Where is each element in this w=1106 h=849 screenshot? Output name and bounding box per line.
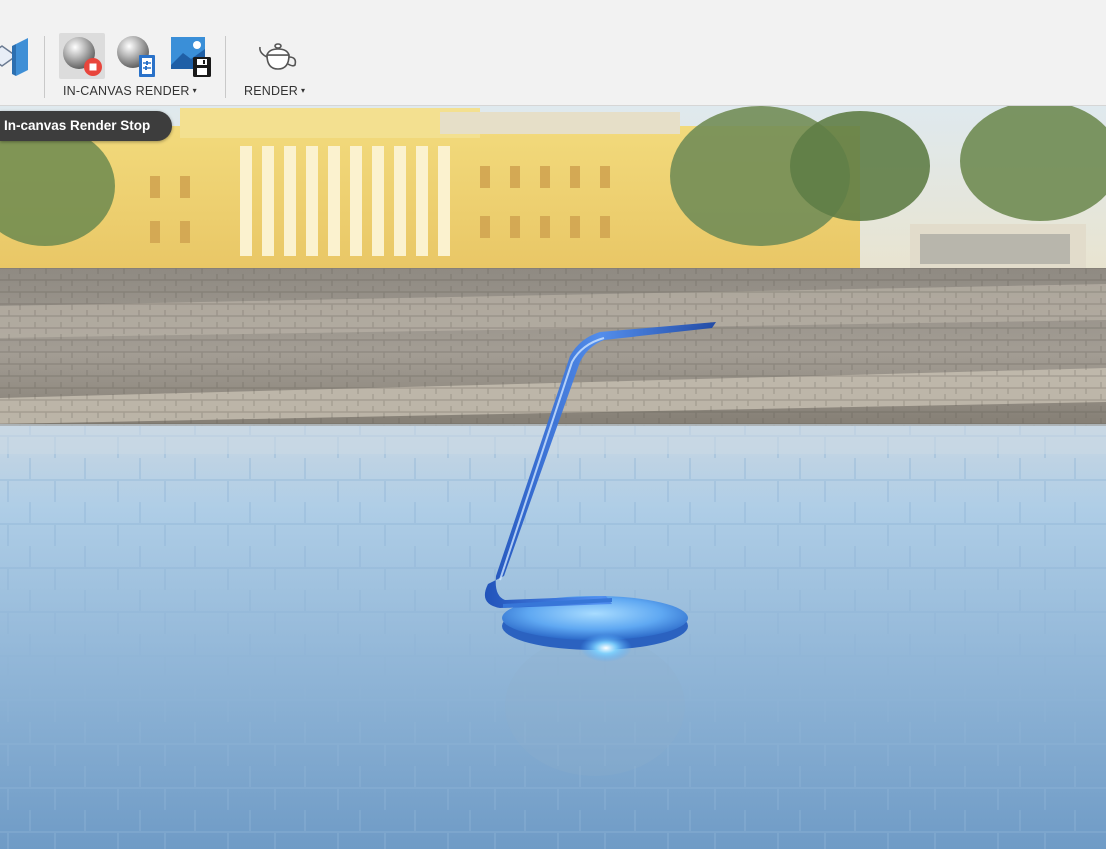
render-label: RENDER bbox=[244, 84, 298, 98]
teapot-icon bbox=[259, 43, 297, 70]
toolbar-separator bbox=[44, 36, 45, 98]
in-canvas-render-dropdown[interactable]: IN-CANVAS RENDER ▾ bbox=[63, 84, 197, 98]
capture-image-button[interactable] bbox=[167, 33, 213, 79]
render-button[interactable] bbox=[255, 33, 301, 79]
render-stop-icon bbox=[63, 37, 102, 76]
in-canvas-render-settings-button[interactable] bbox=[113, 33, 159, 79]
tooltip: In-canvas Render Stop bbox=[0, 111, 173, 141]
scene-settings-icon[interactable] bbox=[0, 34, 28, 80]
chevron-down-icon: ▾ bbox=[300, 86, 306, 95]
toolbar-separator bbox=[225, 36, 226, 98]
in-canvas-render-stop-button[interactable] bbox=[59, 33, 105, 79]
in-canvas-render-label: IN-CANVAS RENDER bbox=[63, 84, 190, 98]
render-dropdown[interactable]: RENDER ▾ bbox=[244, 84, 305, 98]
capture-image-icon bbox=[171, 37, 211, 77]
chevron-down-icon: ▾ bbox=[192, 86, 197, 95]
render-canvas[interactable] bbox=[0, 106, 1106, 849]
toolbar: IN-CANVAS RENDER ▾ RENDER ▾ bbox=[0, 0, 1106, 106]
render-settings-icon bbox=[117, 36, 155, 77]
